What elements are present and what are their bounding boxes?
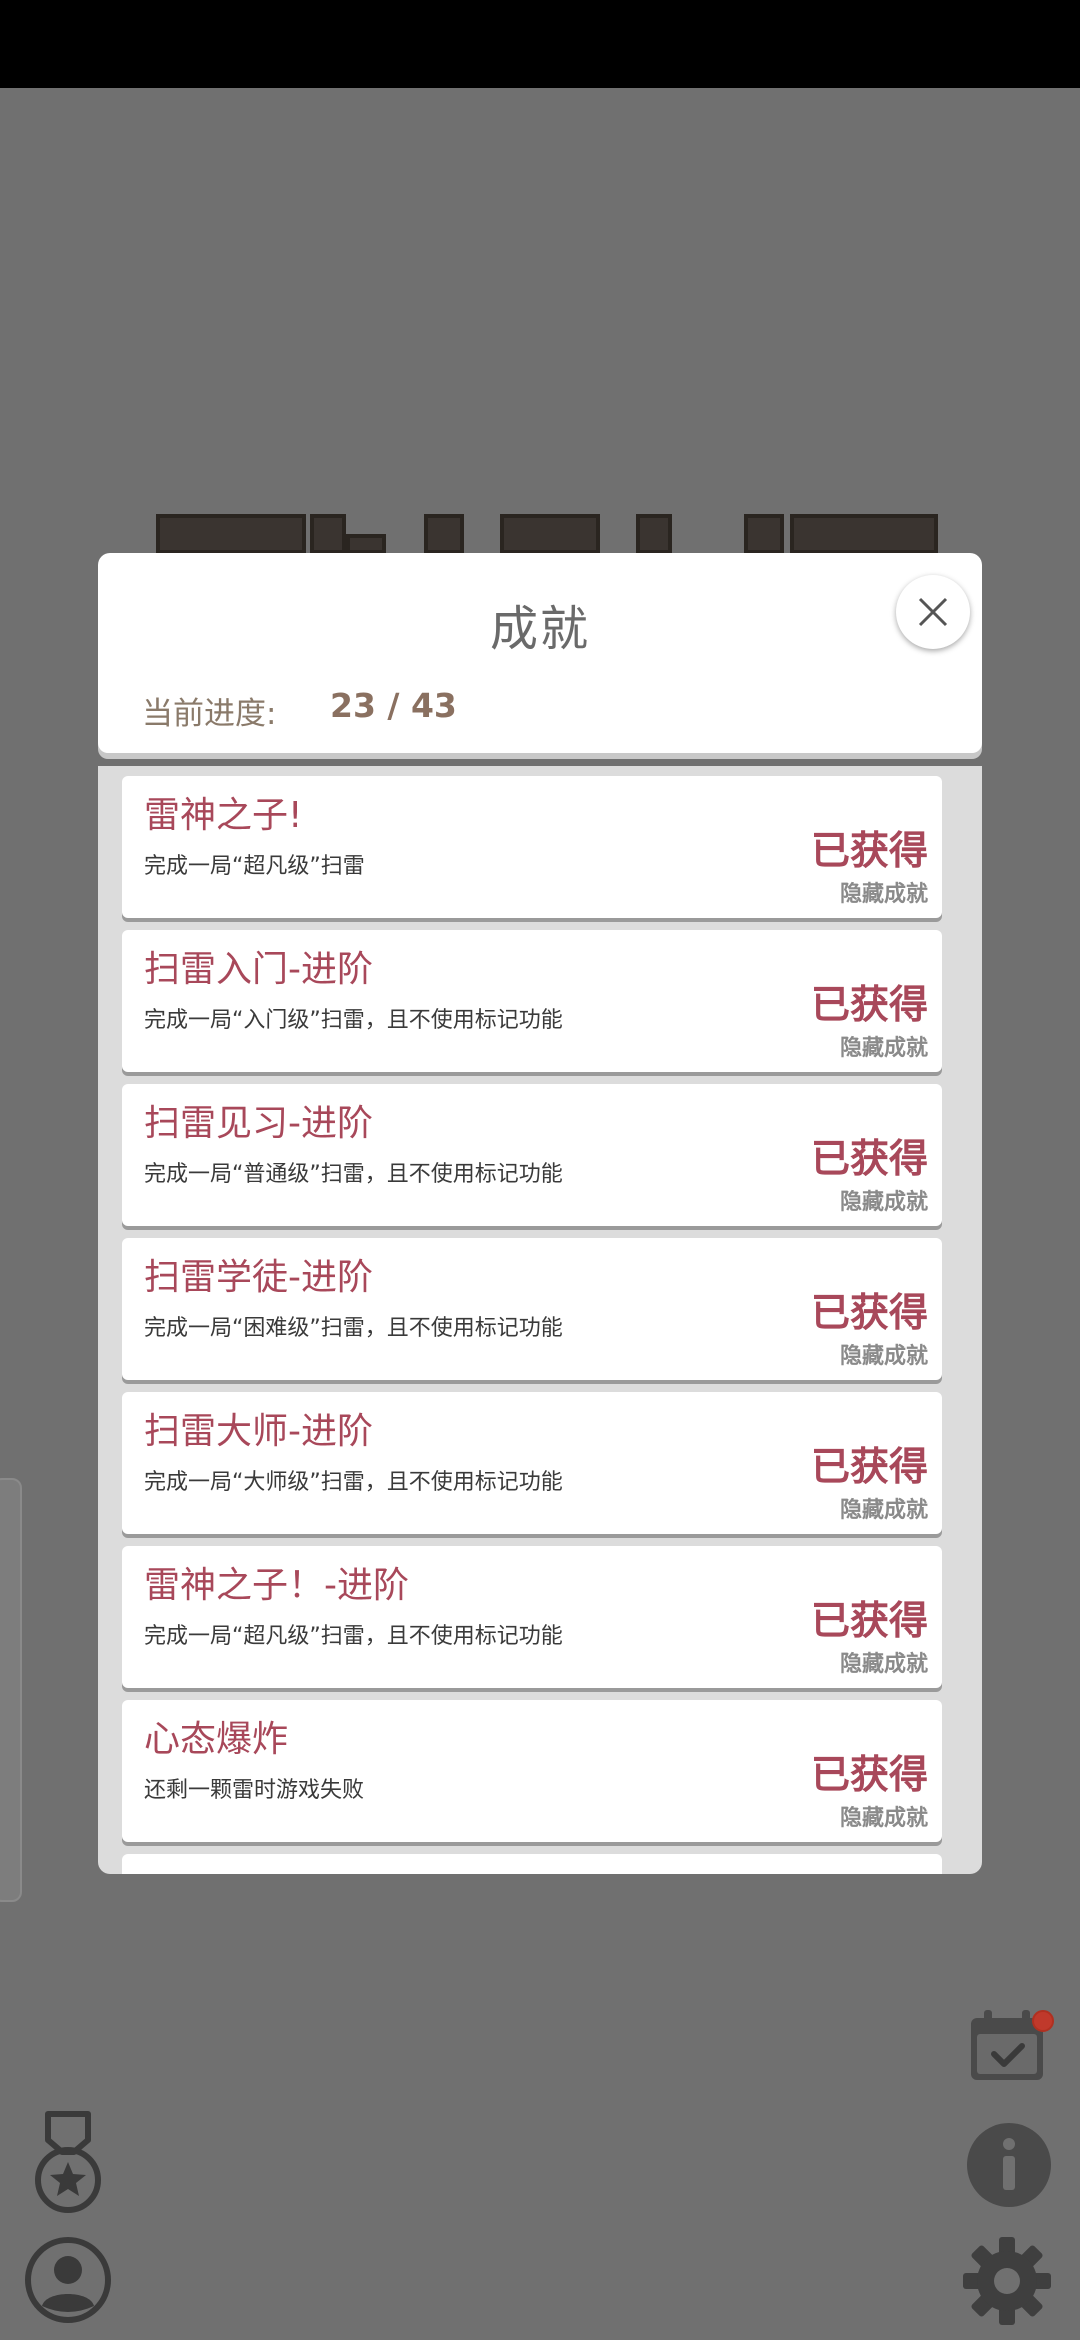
achievement-status: 已获得 bbox=[810, 1445, 928, 1490]
achievement-card: 扫雷大师-进阶 完成一局“大师级”扫雷，且不使用标记功能 已获得 隐藏成就 bbox=[122, 1392, 942, 1534]
achievement-description: 还剩一颗雷时游戏失败 bbox=[144, 1778, 365, 1803]
hidden-achievement-tag: 隐藏成就 bbox=[839, 1344, 928, 1369]
progress-label: 当前进度: bbox=[142, 696, 277, 732]
background-game-title bbox=[150, 512, 950, 554]
achievement-title: 心态爆炸 bbox=[144, 1719, 289, 1760]
achievement-list[interactable]: 雷神之子! 完成一局“超凡级”扫雷 已获得 隐藏成就 扫雷入门-进阶 完成一局“… bbox=[98, 766, 982, 1874]
achievement-description: 完成一局“超凡级”扫雷 bbox=[144, 854, 365, 879]
achievement-card: 扫雷见习-进阶 完成一局“普通级”扫雷，且不使用标记功能 已获得 隐藏成就 bbox=[122, 1084, 942, 1226]
achievement-title: 扫雷入门-进阶 bbox=[144, 949, 373, 990]
achievement-status: 已获得 bbox=[810, 1599, 928, 1644]
achievement-description: 完成一局“超凡级”扫雷，且不使用标记功能 bbox=[144, 1624, 563, 1649]
medal-star-icon bbox=[35, 2111, 101, 2213]
progress-value: 23 / 43 bbox=[330, 686, 457, 725]
achievement-title: 扫雷学徒-进阶 bbox=[144, 1257, 373, 1298]
notification-dot bbox=[1032, 2010, 1054, 2032]
achievement-title: 扫雷大师-进阶 bbox=[144, 1411, 373, 1452]
achievement-status: 已获得 bbox=[810, 1291, 928, 1336]
achievement-card: 雷神之子！-进阶 完成一局“超凡级”扫雷，且不使用标记功能 已获得 隐藏成就 bbox=[122, 1546, 942, 1688]
side-drawer-handle[interactable] bbox=[0, 1478, 22, 1902]
hidden-achievement-tag: 隐藏成就 bbox=[839, 1652, 928, 1677]
hidden-achievement-tag: 隐藏成就 bbox=[839, 1036, 928, 1061]
achievement-description: 完成一局“入门级”扫雷，且不使用标记功能 bbox=[144, 1008, 563, 1033]
achievement-description: 完成一局“普通级”扫雷，且不使用标记功能 bbox=[144, 1162, 563, 1187]
achievement-status: 已获得 bbox=[810, 1137, 928, 1182]
achievement-status: 已获得 bbox=[810, 829, 928, 874]
user-icon bbox=[25, 2237, 111, 2323]
achievement-card: 扫雷学徒-进阶 完成一局“困难级”扫雷，且不使用标记功能 已获得 隐藏成就 bbox=[122, 1238, 942, 1380]
hidden-achievement-tag: 隐藏成就 bbox=[839, 1806, 928, 1831]
settings-button[interactable] bbox=[962, 2236, 1052, 2326]
achievement-title: 雷神之子！-进阶 bbox=[144, 1565, 409, 1606]
info-button[interactable] bbox=[966, 2122, 1052, 2208]
achievement-status: 已获得 bbox=[810, 983, 928, 1028]
modal-title: 成就 bbox=[489, 601, 590, 657]
hidden-achievement-tag: 隐藏成就 bbox=[839, 1190, 928, 1215]
achievement-description: 完成一局“困难级”扫雷，且不使用标记功能 bbox=[144, 1316, 563, 1341]
achievement-description: 完成一局“大师级”扫雷，且不使用标记功能 bbox=[144, 1470, 563, 1495]
achievements-button[interactable] bbox=[30, 2110, 106, 2216]
achievements-modal-header: 成就 当前进度: 23 / 43 bbox=[98, 553, 982, 753]
gear-icon bbox=[963, 2237, 1051, 2325]
achievement-card: 心态爆炸 还剩一颗雷时游戏失败 已获得 隐藏成就 bbox=[122, 1700, 942, 1842]
achievement-title: 扫雷见习-进阶 bbox=[144, 1103, 373, 1144]
achievement-card-partial bbox=[122, 1854, 942, 1874]
profile-button[interactable] bbox=[24, 2236, 112, 2324]
achievement-status: 已获得 bbox=[810, 1753, 928, 1798]
hidden-achievement-tag: 隐藏成就 bbox=[839, 1498, 928, 1523]
close-icon bbox=[918, 597, 948, 627]
achievement-card: 扫雷入门-进阶 完成一局“入门级”扫雷，且不使用标记功能 已获得 隐藏成就 bbox=[122, 930, 942, 1072]
close-button[interactable] bbox=[896, 575, 970, 649]
hidden-achievement-tag: 隐藏成就 bbox=[839, 882, 928, 907]
status-bar bbox=[0, 0, 1080, 88]
achievement-title: 雷神之子! bbox=[144, 795, 303, 836]
info-icon bbox=[967, 2123, 1051, 2207]
achievement-card: 雷神之子! 完成一局“超凡级”扫雷 已获得 隐藏成就 bbox=[122, 776, 942, 918]
